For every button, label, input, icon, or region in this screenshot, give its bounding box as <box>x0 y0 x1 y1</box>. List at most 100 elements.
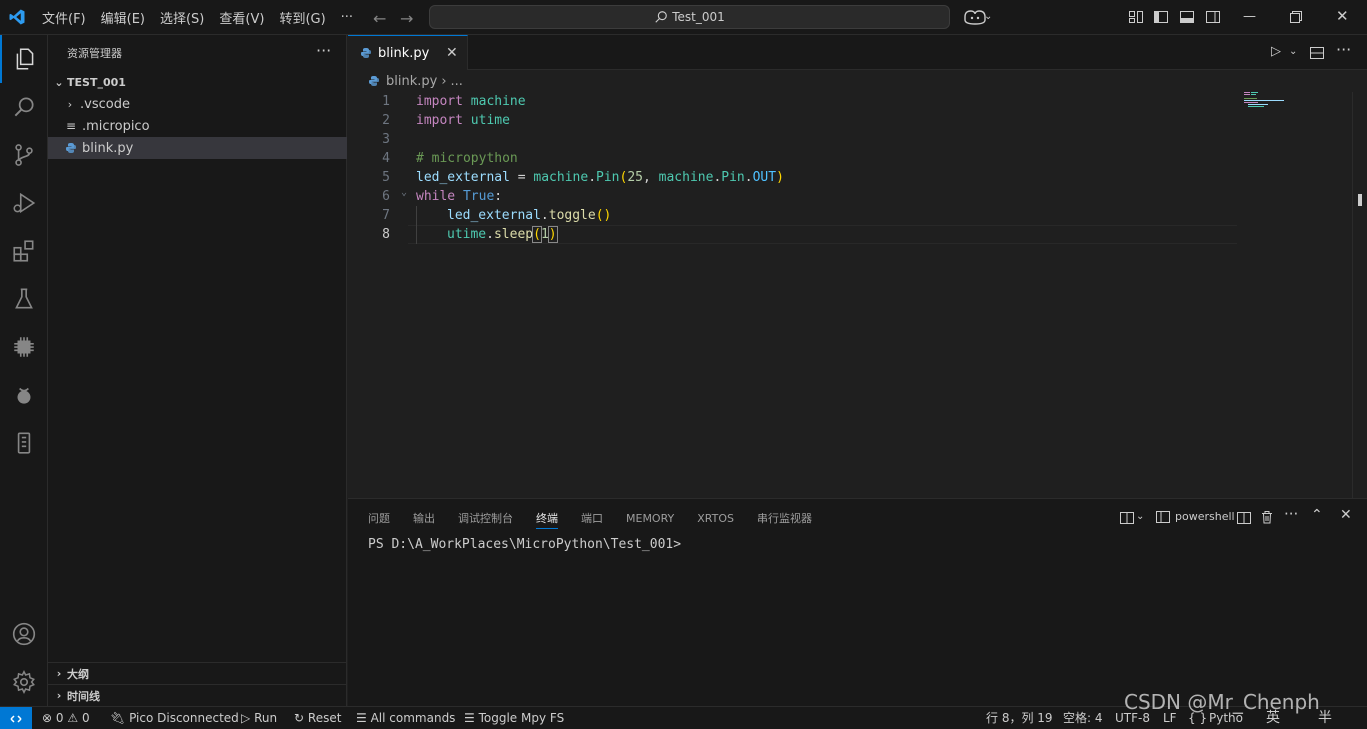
close-window-icon[interactable]: ✕ <box>1336 7 1349 25</box>
ime-width[interactable]: 半 <box>1318 710 1332 727</box>
new-terminal-split-icon[interactable] <box>1120 511 1134 525</box>
tab-output[interactable]: 输出 <box>413 509 435 529</box>
reset-button[interactable]: ↻ Reset <box>294 710 341 727</box>
run-chevron-down-icon[interactable]: ⌄ <box>1289 46 1297 57</box>
tab-problems[interactable]: 问题 <box>368 509 390 529</box>
run-file-icon[interactable]: ▷ <box>1271 44 1281 59</box>
breadcrumb: blink.py › ... <box>348 70 1367 92</box>
terminal-prompt: PS D:\A_WorkPlaces\MicroPython\Test_001> <box>368 537 682 552</box>
line-number: 4 <box>382 151 390 166</box>
scrollbar-thumb[interactable] <box>1358 194 1362 206</box>
toggle-primary-sidebar-icon[interactable] <box>1153 9 1169 25</box>
maximize-panel-chevron-up-icon[interactable]: ⌃ <box>1311 507 1323 523</box>
breadcrumb-symbols[interactable]: ... <box>451 74 463 89</box>
menu-file[interactable]: 文件(F) <box>42 8 86 27</box>
search-icon <box>14 97 34 117</box>
all-commands-button[interactable]: ☰ All commands <box>356 710 455 727</box>
menu-go[interactable]: 转到(G) <box>279 8 325 27</box>
vscode-logo-icon <box>9 9 25 25</box>
terminal-chevron-down-icon[interactable]: ⌄ <box>1136 511 1144 522</box>
terminal-shell-name[interactable]: powershell <box>1175 510 1235 523</box>
code-line-6: while True: <box>416 189 503 204</box>
device-icon <box>17 432 31 454</box>
device-activity[interactable] <box>0 419 48 467</box>
back-arrow-icon[interactable]: ← <box>373 9 386 28</box>
code-line-1: import machine <box>416 94 526 109</box>
workspace-folder[interactable]: ⌄ TEST_001 <box>48 71 347 93</box>
list-icon: ☰ <box>356 711 367 725</box>
menu-edit[interactable]: 编辑(E) <box>101 8 145 27</box>
command-center-search[interactable]: Test_001 <box>429 5 950 29</box>
explorer-activity[interactable] <box>0 35 48 83</box>
toggle-secondary-sidebar-icon[interactable] <box>1205 9 1221 25</box>
minimap[interactable] <box>1244 92 1304 112</box>
gear-icon <box>13 670 35 694</box>
search-activity[interactable] <box>0 83 48 131</box>
minimize-icon[interactable]: — <box>1243 9 1256 24</box>
tree-item-vscode[interactable]: › .vscode <box>48 93 347 115</box>
extensions-icon <box>13 240 34 262</box>
manage-activity[interactable] <box>0 658 48 706</box>
toggle-fs-button[interactable]: ☰ Toggle Mpy FS <box>464 710 564 727</box>
testing-activity[interactable] <box>0 275 48 323</box>
explorer-title: 资源管理器 <box>67 47 122 60</box>
menu-selection[interactable]: 选择(S) <box>160 8 204 27</box>
chevron-right-icon: › <box>56 689 62 702</box>
run-debug-activity[interactable] <box>0 179 48 227</box>
tab-serial-monitor[interactable]: 串行监视器 <box>757 509 812 529</box>
all-commands-label: All commands <box>370 711 456 725</box>
source-control-activity[interactable] <box>0 131 48 179</box>
raspberry-pi-activity[interactable] <box>0 371 48 419</box>
split-terminal-icon[interactable] <box>1237 511 1251 525</box>
editor-scrollbar[interactable] <box>1352 92 1366 498</box>
tree-item-blink[interactable]: blink.py <box>48 137 347 159</box>
split-editor-icon[interactable] <box>1310 46 1324 60</box>
tab-blink-py[interactable]: blink.py ✕ <box>348 35 468 70</box>
terminal-output[interactable]: PS D:\A_WorkPlaces\MicroPython\Test_001> <box>368 537 681 552</box>
restore-icon[interactable] <box>1290 11 1302 23</box>
customize-layout-icon[interactable] <box>1128 9 1144 25</box>
code-line-2: import utime <box>416 113 510 128</box>
chip-icon <box>14 337 34 357</box>
close-panel-icon[interactable]: ✕ <box>1340 507 1352 523</box>
tab-ports[interactable]: 端口 <box>581 509 603 529</box>
text-file-icon: ≡ <box>66 119 77 133</box>
line-number: 8 <box>382 227 390 242</box>
run-button[interactable]: ▷ Run <box>241 710 277 727</box>
tab-terminal[interactable]: 终端 <box>536 509 558 529</box>
panel-more-icon[interactable]: ··· <box>1284 505 1298 523</box>
source-control-icon <box>15 144 33 166</box>
timeline-section[interactable]: › 时间线 <box>48 684 347 706</box>
tab-label: blink.py <box>378 45 430 61</box>
outline-section[interactable]: › 大纲 <box>48 662 347 684</box>
remote-indicator[interactable] <box>0 707 32 729</box>
explorer-more-button[interactable]: ··· <box>316 41 331 60</box>
tree-item-micropico[interactable]: ≡ .micropico <box>48 115 347 137</box>
pico-status[interactable]: 🔌︎ Pico Disconnected <box>110 710 239 727</box>
terminal-instance-icon <box>1156 511 1170 523</box>
code-editor[interactable]: 1 2 3 4 5 6 7 8 ⌄ import machine import … <box>348 92 1367 498</box>
chip-activity[interactable] <box>0 323 48 371</box>
editor-more-icon[interactable]: ··· <box>1336 40 1351 59</box>
toggle-panel-icon[interactable] <box>1179 9 1195 25</box>
indentation-status[interactable]: 空格: 4 <box>1063 710 1103 727</box>
breadcrumb-file[interactable]: blink.py <box>386 74 437 89</box>
fold-chevron-icon[interactable]: ⌄ <box>401 187 407 198</box>
cursor-position[interactable]: 行 8，列 19 <box>986 710 1053 727</box>
copilot-chevron-down-icon[interactable]: ⌄ <box>984 11 992 22</box>
trash-icon[interactable] <box>1260 510 1274 524</box>
title-bar: 文件(F) 编辑(E) 选择(S) 查看(V) 转到(G) ··· ← → Te… <box>0 0 1367 35</box>
tab-debug-console[interactable]: 调试控制台 <box>458 509 513 529</box>
tab-memory[interactable]: MEMORY <box>626 509 674 529</box>
accounts-activity[interactable] <box>0 610 48 658</box>
outline-label: 大纲 <box>67 667 89 681</box>
menu-view[interactable]: 查看(V) <box>219 8 264 27</box>
remote-icon <box>10 714 22 723</box>
menu-more[interactable]: ··· <box>341 10 353 25</box>
close-tab-icon[interactable]: ✕ <box>446 45 458 61</box>
indent-guide <box>416 206 417 244</box>
extensions-activity[interactable] <box>0 227 48 275</box>
tab-xrtos[interactable]: XRTOS <box>697 509 734 529</box>
forward-arrow-icon[interactable]: → <box>400 9 413 28</box>
problems-status[interactable]: ⊗ 0 ⚠ 0 <box>42 710 90 727</box>
